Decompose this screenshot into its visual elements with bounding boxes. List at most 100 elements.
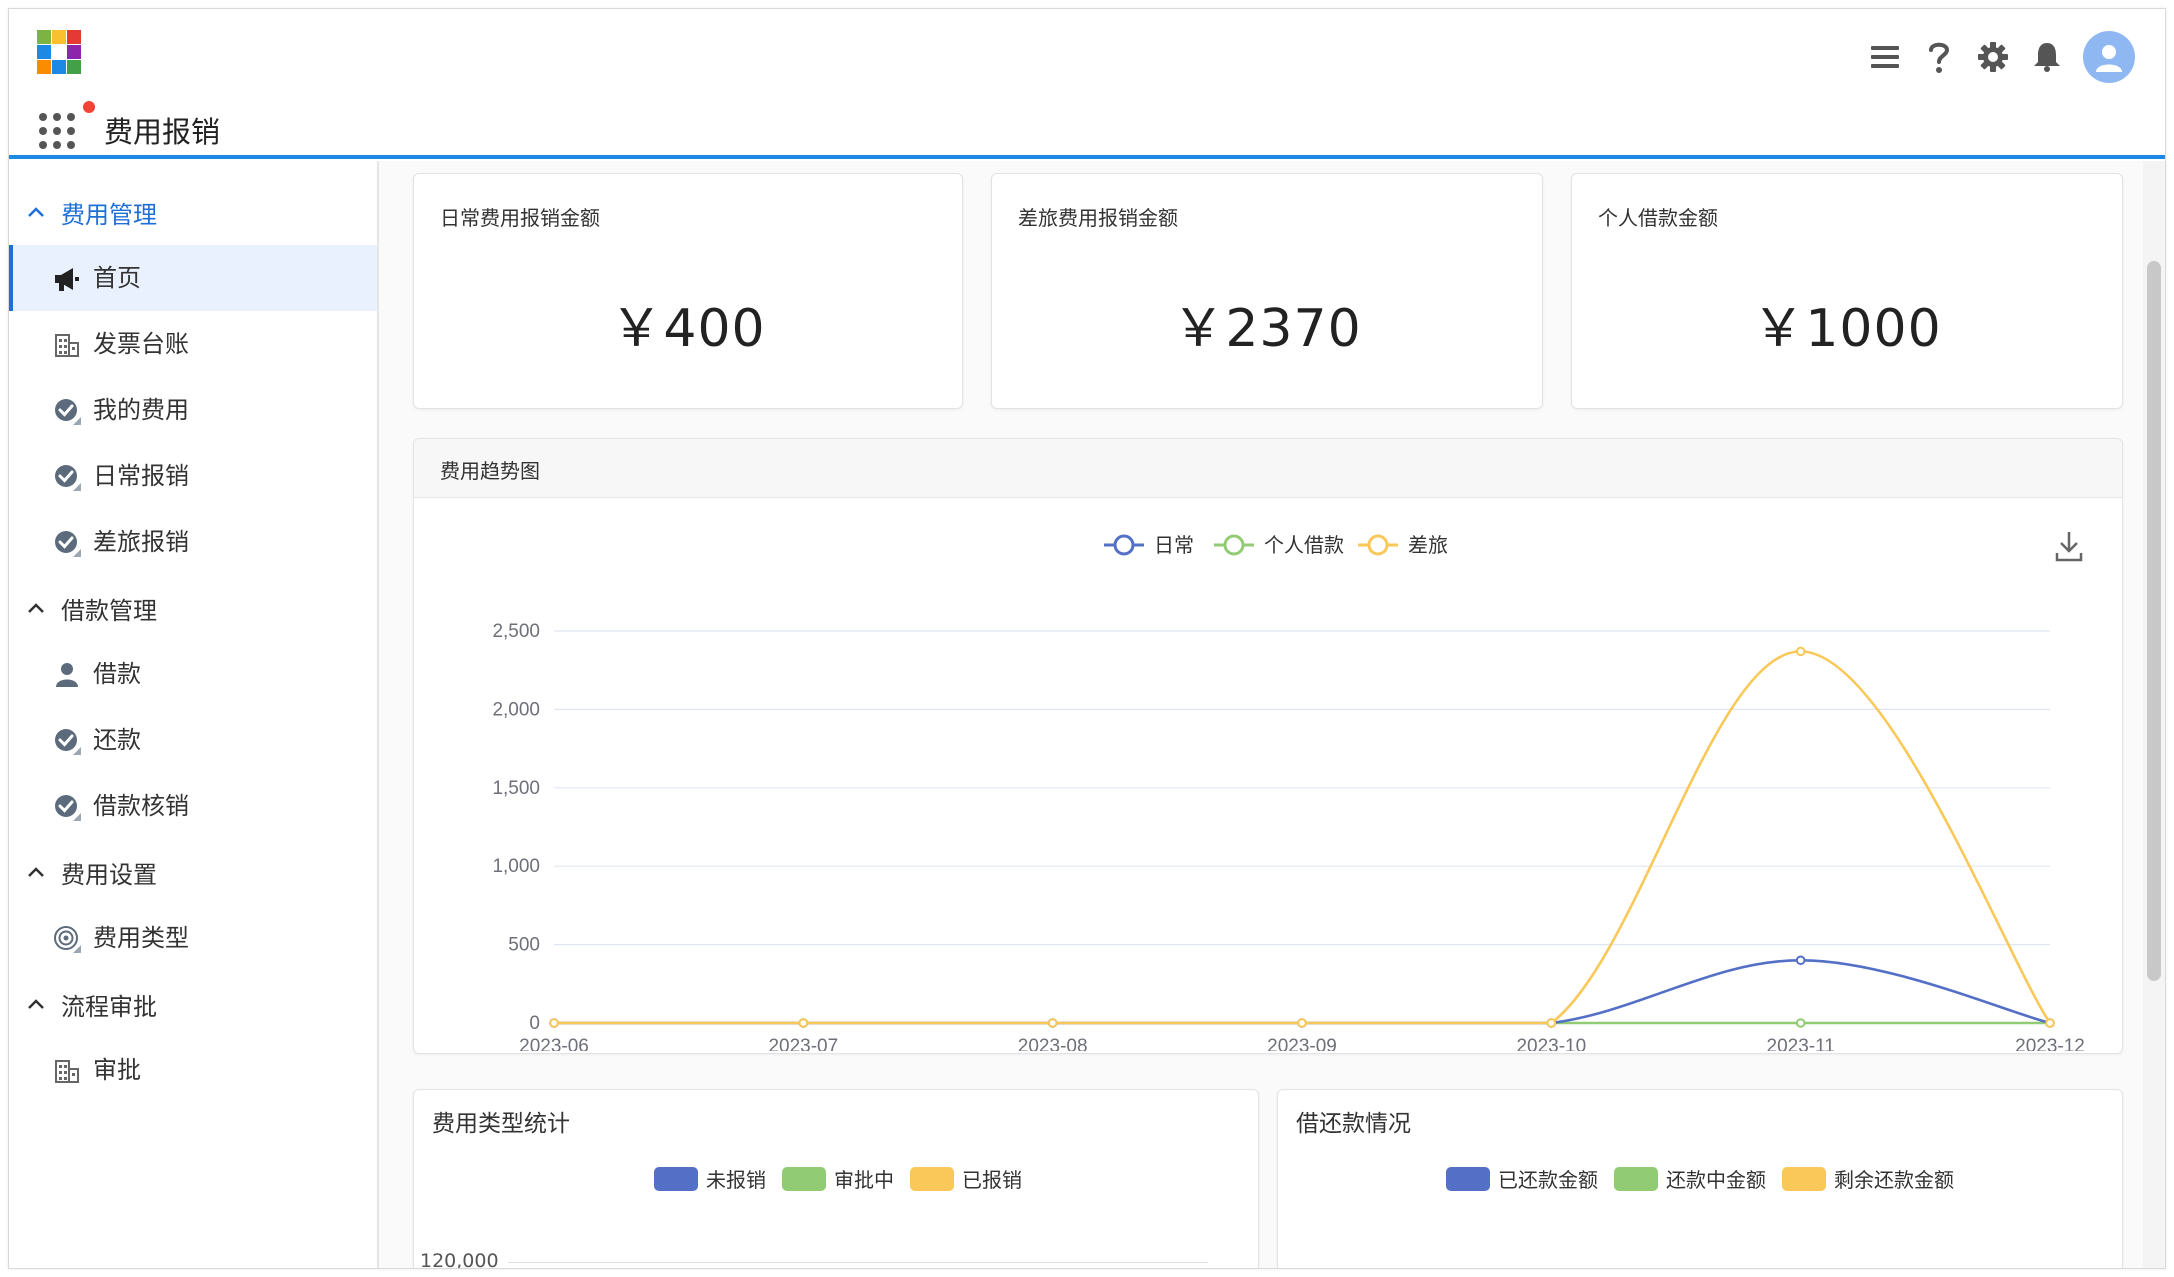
legend-label: 未报销 [706,1168,766,1192]
sidebar-item-label: 费用类型 [93,924,189,952]
legend-label: 个人借款 [1264,533,1344,557]
x-tick-label: 2023-06 [519,1036,589,1051]
legend-item-pending[interactable]: 审批中 [782,1164,894,1193]
settings-icon[interactable] [1975,39,2011,75]
sidebar-item-label: 日常报销 [93,462,189,490]
legend-item-repaid[interactable]: 已还款金额 [1446,1164,1598,1193]
logo-tile [67,60,81,74]
sidebar-group-label: 费用管理 [61,200,157,229]
sidebar-group-1[interactable]: 借款管理 [9,575,377,641]
launcher-dot [39,127,47,135]
sidebar-nav: 费用管理首页 发票台账 我的费用日常报销差旅报销借款管理借款还款借款核销费用设置费用… [9,161,379,1268]
sidebar-item[interactable]: 借款核销 [9,773,377,839]
sidebar-group-3[interactable]: 流程审批 [9,971,377,1037]
app-title: 费用报销 [104,115,221,149]
legend-item-remaining[interactable]: 剩余还款金额 [1782,1164,1954,1193]
user-avatar[interactable] [2083,31,2135,83]
check-badge-icon [53,463,81,491]
bell-icon[interactable] [2029,39,2065,75]
sidebar-item[interactable]: 审批 [9,1037,377,1103]
x-tick-label: 2023-09 [1267,1036,1337,1051]
download-icon[interactable] [2054,529,2084,563]
sidebar-item[interactable]: 首页 [9,245,377,311]
sidebar-item-label: 还款 [93,726,141,754]
data-point [1795,1018,1806,1028]
sidebar-item[interactable]: 我的费用 [9,377,377,443]
launcher-dot [39,113,47,121]
sidebar-item[interactable]: 还款 [9,707,377,773]
y-tick-label: 1,500 [492,778,540,799]
sidebar-item[interactable]: 差旅报销 [9,509,377,575]
legend-label: 剩余还款金额 [1834,1168,1954,1192]
main-content: 日常费用报销金额 ￥400 差旅费用报销金额 ￥2370 个人借款金额 ￥100… [379,161,2165,1268]
panel-title: 费用类型统计 [432,1111,570,1137]
expense-type-panel: 费用类型统计 未报销 审批中 已报销 120,000 [413,1089,1259,1268]
launcher-dot [53,113,61,121]
sidebar-item[interactable]: 借款 [9,641,377,707]
data-point [798,1018,809,1028]
kpi-title: 差旅费用报销金额 [1018,206,1178,230]
legend-marker [1223,534,1245,556]
building-icon [53,331,81,359]
launcher-dot [67,113,75,121]
data-point [1047,1018,1058,1028]
legend-label: 差旅 [1408,533,1448,557]
person-icon [53,661,81,689]
kpi-card-daily: 日常费用报销金额 ￥400 [413,173,963,409]
kpi-value: ￥1000 [1752,299,1942,359]
logo-tile [67,30,81,44]
logo-tile [37,45,51,59]
sidebar-item[interactable]: 费用类型 [9,905,377,971]
trend-chart-panel: 费用趋势图 0 500 1,000 1,500 2,000 2,500 2023-06 202… [413,438,2123,1054]
sidebar-item-label: 差旅报销 [93,528,189,556]
panel-title: 借还款情况 [1296,1111,1411,1137]
launcher-dot [67,127,75,135]
help-icon[interactable] [1921,39,1957,75]
chevron-up-icon [27,863,45,881]
sidebar-group-0[interactable]: 费用管理 [9,179,377,245]
sidebar-group-label: 费用设置 [61,860,157,889]
sidebar-item-label: 审批 [93,1056,141,1084]
menu-icon[interactable] [1867,39,1903,75]
launcher-dot [53,141,61,149]
scrollbar-track[interactable] [2143,161,2165,1268]
data-point [2045,1018,2055,1028]
data-point [1297,1018,1307,1028]
legend-swatch [910,1166,954,1191]
y-tick-label: 2,500 [492,621,540,642]
data-point [1795,955,1806,966]
header-divider [9,155,2165,159]
logo-tile [52,30,66,44]
logo-tile [52,45,66,59]
check-badge-icon [53,727,81,755]
sidebar-item-label: 借款核销 [93,792,189,820]
check-badge-icon [53,793,81,821]
launcher-dot [39,141,47,149]
sidebar-item[interactable]: 发票台账 [9,311,377,377]
sidebar-group-2[interactable]: 费用设置 [9,839,377,905]
logo-tile [37,30,51,44]
logo-tile [37,60,51,74]
legend-marker [1113,534,1135,556]
notification-dot [83,101,95,113]
legend-item-claimed[interactable]: 已报销 [910,1164,1022,1193]
legend-item-repaying[interactable]: 还款中金额 [1614,1164,1766,1193]
legend-label: 已报销 [962,1168,1022,1192]
sidebar-item[interactable]: 日常报销 [9,443,377,509]
app-launcher-icon[interactable] [39,101,95,149]
series-line-0 [554,958,2051,1025]
trend-line-chart: 0 500 1,000 1,500 2,000 2,500 2023-06 2023-07 20… [492,533,2084,1051]
x-tick-label: 2023-07 [768,1036,838,1051]
logo-tile [67,45,81,59]
data-point [1546,1018,1557,1028]
scrollbar-thumb[interactable] [2147,261,2161,981]
megaphone-icon [53,265,81,293]
legend-marker [1367,534,1389,556]
launcher-dot [53,127,61,135]
legend-item-unclaimed[interactable]: 未报销 [654,1164,766,1193]
kpi-title: 日常费用报销金额 [440,206,600,230]
sidebar-item-label: 借款 [93,660,141,688]
target-icon [53,925,81,953]
app-logo [37,30,81,74]
legend-label: 审批中 [834,1168,894,1192]
